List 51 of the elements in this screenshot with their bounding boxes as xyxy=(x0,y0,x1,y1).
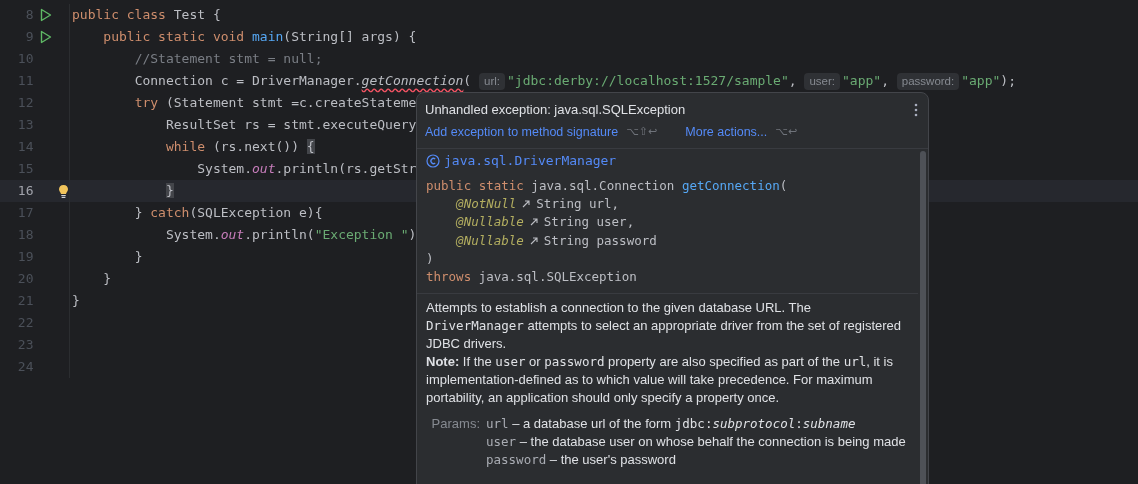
shortcut-hint: ⌥⇧↩ xyxy=(626,123,658,140)
code-text: } catch(SQLException e){ xyxy=(134,204,323,223)
params-label: Params: xyxy=(430,414,480,433)
scrollbar-thumb[interactable] xyxy=(920,151,926,484)
run-icon[interactable] xyxy=(40,30,53,44)
code-text: public static java.sql.Connection getConnection( xyxy=(426,176,788,195)
param-description: user – the database user on whose behalf the connection is being made xyxy=(486,432,906,451)
code-text: String user, xyxy=(543,213,635,232)
code-text: "app", xyxy=(842,72,889,91)
code-text: public class Test { xyxy=(72,6,221,25)
param-description: password – the user's password xyxy=(486,450,677,469)
code-text: Connection c = DriverManager.getConnection( xyxy=(134,72,472,91)
doc-paragraph: Attempts to establish a connection to the given database URL. The DriverManager attempts to select an appropriate driver from the set of registered JDBC drivers. xyxy=(426,298,903,353)
code-text: try (Statement stmt =c.createStateme xyxy=(134,94,417,113)
action-link[interactable]: Add exception to method signature xyxy=(425,122,619,142)
code-text: "app"); xyxy=(961,72,1016,91)
class-icon xyxy=(426,154,440,168)
code-text: //Statement stmt = null; xyxy=(134,50,323,69)
code-text: ) xyxy=(426,249,434,268)
code-text: } xyxy=(134,248,143,267)
more-icon[interactable] xyxy=(914,102,918,117)
parameter-hint: password: xyxy=(896,72,960,90)
code-text: String password xyxy=(543,231,657,250)
code-text: ResultSet rs = stmt.executeQuery xyxy=(165,116,417,135)
code-text: public static void main(String[] args) { xyxy=(103,28,417,47)
parameter-hint: url: xyxy=(479,72,505,90)
action-link[interactable]: More actions... xyxy=(685,122,768,142)
external-link-icon[interactable] xyxy=(528,217,539,228)
code-text: "jdbc:derby://localhost:1527/sample", xyxy=(507,72,797,91)
code-text: throws java.sql.SQLException xyxy=(426,268,637,287)
doc-paragraph: Note: If the user or password property are also specified as part of the url, it is implementation-defined as to which value will take precedence. For maximum portability, an application should only specify a property once. xyxy=(426,352,894,407)
shortcut-hint: ⌥↩ xyxy=(775,123,798,140)
run-icon[interactable] xyxy=(40,8,53,22)
code-text: } xyxy=(72,292,80,311)
code-text: while (rs.next()) { xyxy=(165,138,315,157)
param-description: url – a database url of the form jdbc:subprotocol:subname xyxy=(486,414,857,433)
code-text: @Nullable xyxy=(456,213,524,232)
parameter-hint: user: xyxy=(804,72,840,90)
code-text: String url, xyxy=(536,195,620,214)
popup-title: Unhandled exception: java.sql.SQLException xyxy=(425,101,686,119)
lightbulb-icon[interactable] xyxy=(57,183,69,199)
external-link-icon[interactable] xyxy=(521,199,532,210)
code-text: } xyxy=(103,270,112,289)
code-text: } xyxy=(165,182,174,201)
external-link-icon[interactable] xyxy=(528,235,539,246)
line-number: 16 xyxy=(16,182,34,201)
code-text: @Nullable xyxy=(456,231,524,250)
code-text: @NotNull xyxy=(456,195,517,214)
class-name[interactable]: java.sql.DriverManager xyxy=(444,151,617,171)
code-text: System.out.println(rs.getStr xyxy=(197,160,417,179)
code-text: System.out.println("Exception ") xyxy=(165,226,417,245)
